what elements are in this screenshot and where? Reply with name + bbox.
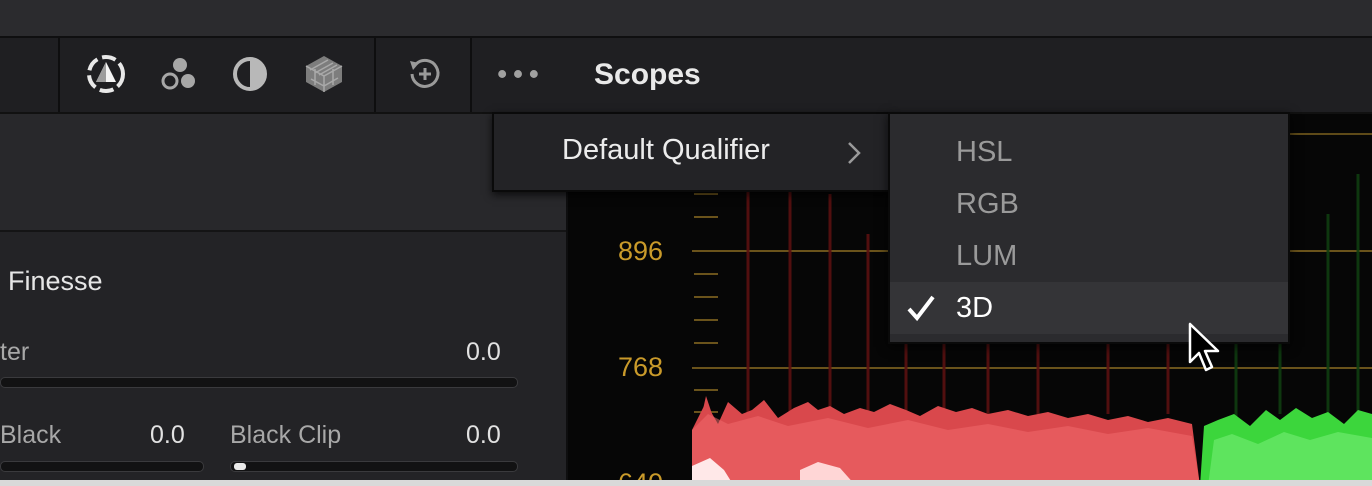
- option-label: RGB: [956, 188, 1019, 220]
- option-label: HSL: [956, 136, 1013, 168]
- 3d-mesh-icon[interactable]: [302, 52, 346, 96]
- submenu-option-hsl[interactable]: HSL: [890, 126, 1288, 178]
- color-warper-icon[interactable]: [84, 52, 128, 96]
- checkmark-icon: [906, 294, 936, 327]
- submenu-option-rgb[interactable]: RGB: [890, 178, 1288, 230]
- black-clip-slider-handle[interactable]: [234, 463, 246, 470]
- waveform-y-label: 768: [618, 352, 664, 382]
- option-label: LUM: [956, 240, 1018, 272]
- window-title-strip: [0, 0, 1372, 38]
- toolbar-divider: [374, 38, 376, 112]
- slider-value[interactable]: 0.0: [466, 338, 501, 367]
- submenu-option-lum[interactable]: LUM: [890, 230, 1288, 282]
- waveform-y-label: 896: [618, 236, 664, 266]
- more-options-icon[interactable]: [496, 52, 540, 96]
- color-dots-icon[interactable]: [156, 52, 200, 96]
- black-clip-label: Black Clip: [230, 421, 342, 449]
- menu-item-label: Default Qualifier: [562, 134, 770, 166]
- scopes-header: Scopes: [568, 38, 1372, 114]
- black-value[interactable]: 0.0: [150, 421, 185, 450]
- reset-history-icon[interactable]: [402, 52, 446, 96]
- mouse-pointer-icon: [1188, 322, 1222, 379]
- default-qualifier-submenu: HSL RGB LUM 3D: [888, 112, 1290, 344]
- slider-label: ter: [0, 338, 30, 366]
- toolbar-divider: [470, 38, 472, 112]
- black-clip-value[interactable]: 0.0: [466, 421, 501, 450]
- black-label: Black: [0, 421, 62, 449]
- toolbar-divider: [58, 38, 60, 112]
- black-slider[interactable]: [0, 461, 204, 472]
- window-bottom-edge: [0, 480, 1372, 486]
- contrast-circle-icon[interactable]: [228, 52, 272, 96]
- black-clip-slider[interactable]: [230, 461, 518, 472]
- scopes-title: Scopes: [594, 58, 701, 91]
- finesse-section-title: Finesse: [8, 266, 103, 296]
- option-label: 3D: [956, 292, 994, 324]
- options-context-menu: Default Qualifier: [492, 112, 892, 192]
- slider-track[interactable]: [0, 377, 518, 388]
- default-qualifier-menu-item[interactable]: Default Qualifier: [494, 114, 890, 186]
- submenu-option-3d[interactable]: 3D: [890, 282, 1288, 334]
- chevron-right-icon: [846, 140, 862, 171]
